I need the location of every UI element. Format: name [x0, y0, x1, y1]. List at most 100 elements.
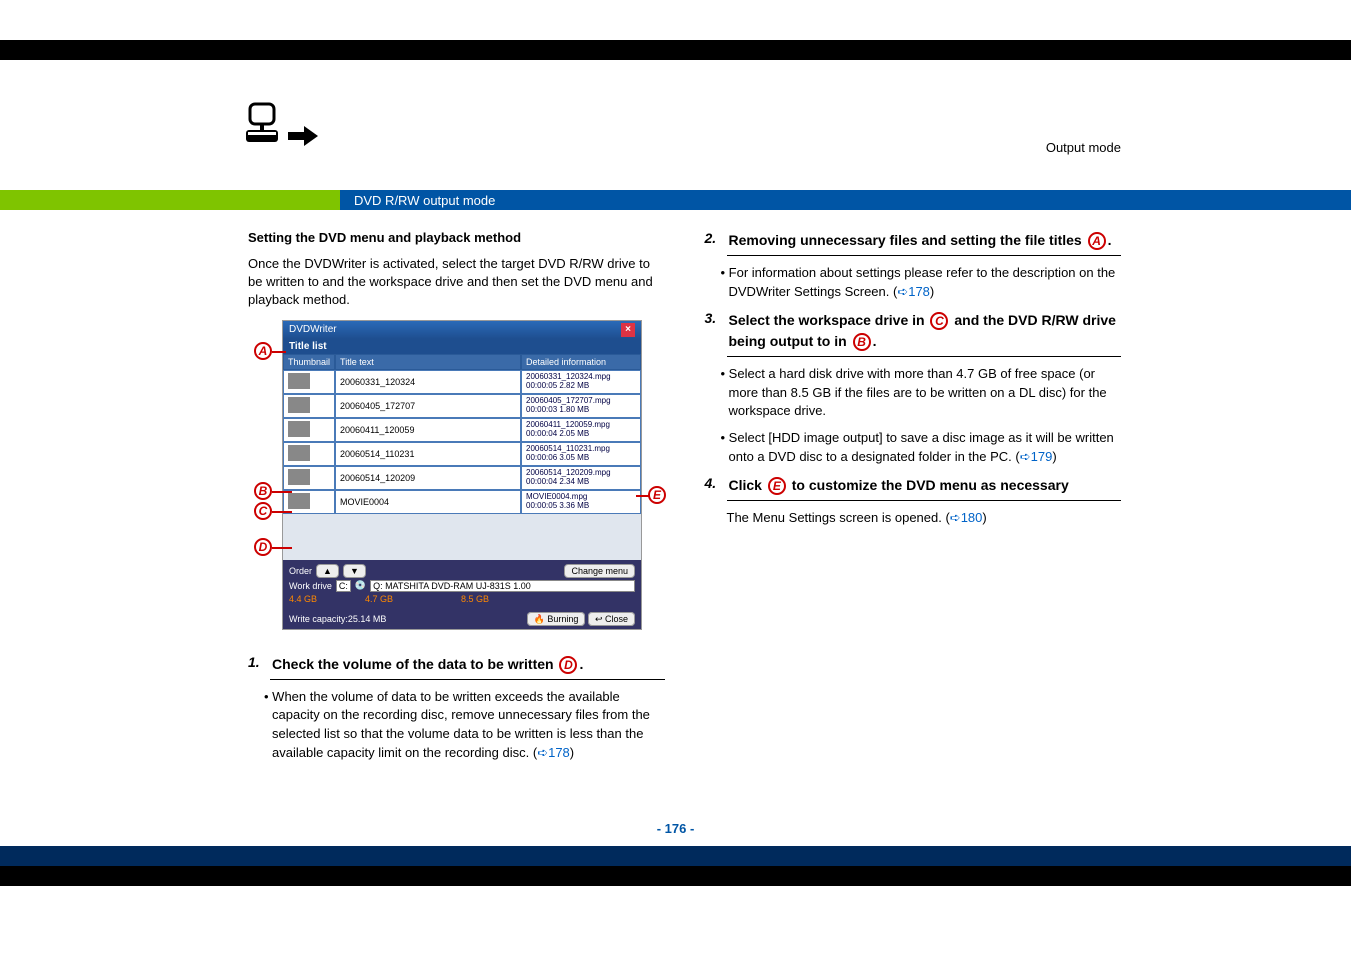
ss-workdrive-select[interactable]: C: [336, 580, 351, 592]
ss-thumb-icon [288, 397, 310, 413]
cap-marker-2: 4.7 GB [365, 594, 393, 604]
link-arrow-icon: ➪ [950, 510, 961, 525]
callout-b-inline: B [853, 333, 871, 351]
left-intro: Once the DVDWriter is activated, select … [248, 255, 665, 310]
green-header-bar [0, 190, 340, 210]
step-3-underline [727, 356, 1122, 357]
link-178[interactable]: 178 [548, 745, 570, 760]
step-3: 3. Select the workspace drive in C and t… [705, 310, 1122, 352]
link-arrow-icon: ➪ [1020, 449, 1031, 464]
ss-gap [283, 514, 641, 560]
ss-row-detail: 20060411_120059.mpg00:00:04 2.05 MB [521, 418, 641, 442]
section-title: DVD R/RW output mode [354, 193, 495, 208]
callout-b-line [272, 491, 292, 493]
mode-label: Output mode [1046, 140, 1121, 155]
ss-h-thumb: Thumbnail [283, 354, 335, 370]
output-mode-icon [244, 102, 324, 162]
step-4-body: Click E to customize the DVD menu as nec… [729, 475, 1069, 496]
callout-c-inline: C [930, 312, 948, 330]
ss-row[interactable]: 20060405_17270720060405_172707.mpg00:00:… [283, 394, 641, 418]
step-3-bullet-1: • Select a hard disk drive with more tha… [705, 365, 1122, 422]
step-2-underline [727, 255, 1122, 256]
link-179[interactable]: 179 [1031, 449, 1053, 464]
step-2: 2. Removing unnecessary files and settin… [705, 230, 1122, 251]
link-arrow-icon: ➪ [537, 745, 548, 760]
step-3-number: 3. [705, 310, 723, 352]
ss-row[interactable]: 20060514_11023120060514_110231.mpg00:00:… [283, 442, 641, 466]
link-178b[interactable]: 178 [908, 284, 930, 299]
close-icon[interactable]: × [621, 323, 635, 337]
ss-h-detail: Detailed information [521, 354, 641, 370]
ss-output-drive-select[interactable]: Q: MATSHITA DVD-RAM UJ-831S 1.00 [370, 580, 635, 592]
ss-row-text: 20060331_120324 [335, 370, 521, 394]
top-black-bar [0, 40, 1351, 60]
callout-d-inline: D [559, 656, 577, 674]
ss-workdrive-label: Work drive [289, 581, 332, 591]
step-3-bullet-2: • Select [HDD image output] to save a di… [705, 429, 1122, 467]
callout-e-line [636, 495, 650, 497]
ss-row-text: 20060411_120059 [335, 418, 521, 442]
ss-thumb-icon [288, 469, 310, 485]
ss-change-menu-button[interactable]: Change menu [564, 564, 635, 578]
blue-header-bar: DVD R/RW output mode [340, 190, 1351, 210]
ss-capacity-bar: Write capacity:25.14 MB 🔥 Burning ↩ Clos… [283, 610, 641, 629]
ss-row[interactable]: 20060514_12020920060514_120209.mpg00:00:… [283, 466, 641, 490]
cap-marker-1: 4.4 GB [289, 594, 317, 604]
content-columns: Setting the DVD menu and playback method… [0, 212, 1351, 791]
callout-d-line [272, 547, 292, 549]
ss-row-detail: 20060514_110231.mpg00:00:06 3.05 MB [521, 442, 641, 466]
computer-icon [244, 102, 280, 149]
callout-a: A [254, 342, 272, 360]
screenshot-wrap: A B C D E DVDWriter × Title list [248, 320, 665, 630]
step-4-sub: The Menu Settings screen is opened. (➪18… [705, 509, 1122, 528]
footer-bars [0, 846, 1351, 886]
ss-thumb-icon [288, 421, 310, 437]
callout-e: E [648, 486, 666, 504]
ss-row-detail: 20060405_172707.mpg00:00:03 1.80 MB [521, 394, 641, 418]
callout-c: C [254, 502, 272, 520]
callout-d: D [254, 538, 272, 556]
ss-row-text: MOVIE0004 [335, 490, 521, 514]
dark-blue-footer-bar [0, 846, 1351, 866]
step-1-bullet: • When the volume of data to be written … [248, 688, 665, 763]
ss-table-header: Thumbnail Title text Detailed informatio… [283, 354, 641, 370]
callout-a-inline: A [1088, 232, 1106, 250]
ss-thumb-icon [288, 373, 310, 389]
ss-row[interactable]: 20060411_12005920060411_120059.mpg00:00:… [283, 418, 641, 442]
ss-order-label: Order [289, 566, 312, 576]
ss-row[interactable]: MOVIE0004MOVIE0004.mpg00:00:05 3.36 MB [283, 490, 641, 514]
ss-titlebar: DVDWriter × [283, 321, 641, 339]
cap-marker-3: 8.5 GB [461, 594, 489, 604]
ss-row-detail: 20060514_120209.mpg00:00:04 2.34 MB [521, 466, 641, 490]
ss-close-button[interactable]: ↩ Close [588, 612, 635, 626]
ss-titlelist-header: Title list [283, 339, 641, 354]
link-180[interactable]: 180 [961, 510, 983, 525]
header-row: Output mode DVD R/RW output mode [0, 160, 1351, 210]
ss-h-text: Title text [335, 354, 521, 370]
ss-row-text: 20060514_120209 [335, 466, 521, 490]
step-4-underline [727, 500, 1122, 501]
ss-row-text: 20060514_110231 [335, 442, 521, 466]
ss-app-title: DVDWriter [289, 324, 337, 335]
ss-row[interactable]: 20060331_12032420060331_120324.mpg00:00:… [283, 370, 641, 394]
ss-write-capacity: Write capacity:25.14 MB [289, 614, 386, 624]
step-1: 1. Check the volume of the data to be wr… [248, 654, 665, 675]
disc-icon: 💿 [355, 580, 366, 591]
callout-e-inline: E [768, 477, 786, 495]
step-1-body: Check the volume of the data to be writt… [272, 654, 583, 675]
ss-row-detail: MOVIE0004.mpg00:00:05 3.36 MB [521, 490, 641, 514]
link-arrow-icon: ➪ [897, 284, 908, 299]
step-3-body: Select the workspace drive in C and the … [729, 310, 1122, 352]
ss-row-text: 20060405_172707 [335, 394, 521, 418]
step-2-bullet: • For information about settings please … [705, 264, 1122, 302]
black-footer-bar [0, 866, 1351, 886]
step-2-body: Removing unnecessary files and setting t… [729, 230, 1112, 251]
ss-down-button[interactable]: ▼ [343, 564, 366, 578]
ss-bottom-bar: Order ▲ ▼ Change menu Work drive C: 💿 Q:… [283, 560, 641, 610]
page-number: - 176 - [0, 821, 1351, 836]
ss-burning-button[interactable]: 🔥 Burning [527, 612, 586, 626]
arrow-right-icon [288, 126, 318, 149]
right-column: 2. Removing unnecessary files and settin… [705, 230, 1122, 771]
callout-a-line [272, 351, 286, 353]
ss-up-button[interactable]: ▲ [316, 564, 339, 578]
